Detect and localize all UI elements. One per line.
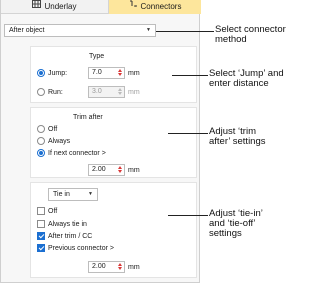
tab-connectors-label: Connectors xyxy=(140,2,182,12)
always-tie-in-checkbox-control[interactable] xyxy=(37,220,45,228)
tie-length-value: 2.00 xyxy=(92,263,106,270)
trim-length-input[interactable]: 2.00 xyxy=(88,164,125,176)
callout-1-line-2: method xyxy=(215,34,247,45)
tie-off-label: Off xyxy=(48,207,58,215)
jump-distance-value: 7.0 xyxy=(92,69,102,76)
tie-mode-value: Tie in xyxy=(53,191,70,198)
trim-off-label: Off xyxy=(48,125,58,133)
previous-connector-label: Previous connector > xyxy=(48,244,114,252)
callout-4-line-3: settings xyxy=(209,228,242,239)
run-distance-value: 3.0 xyxy=(92,88,102,95)
callout-line-2 xyxy=(172,75,208,76)
jump-unit: mm xyxy=(128,69,140,77)
run-radio-control[interactable] xyxy=(37,88,45,96)
trim-length-stepper[interactable]: 2.00 mm xyxy=(88,164,140,176)
chevron-down-icon: ▼ xyxy=(88,191,93,197)
callout-2-line-2: enter distance xyxy=(209,78,269,89)
spin-arrows-icon[interactable] xyxy=(117,166,123,174)
chevron-down-icon: ▼ xyxy=(146,27,151,33)
trim-after-title: Trim after xyxy=(73,114,103,121)
trim-if-next-radio[interactable]: If next connector > xyxy=(37,149,106,157)
tab-underlay-label: Underlay xyxy=(44,2,77,12)
jump-radio[interactable]: Jump: xyxy=(37,69,67,77)
trim-off-radio[interactable]: Off xyxy=(37,125,57,133)
previous-connector-checkbox-control[interactable] xyxy=(37,244,45,252)
connector-method-select[interactable]: After object ▼ xyxy=(4,24,156,37)
after-trim-checkbox-control[interactable] xyxy=(37,232,45,240)
run-distance-input: 3.0 xyxy=(88,86,125,98)
connectors-panel: Underlay Connectors After object ▼ Type … xyxy=(0,0,201,283)
trim-always-radio-control[interactable] xyxy=(37,137,45,145)
trim-length-unit: mm xyxy=(128,166,140,174)
tie-length-unit: mm xyxy=(128,263,140,271)
callout-tie: Adjust ‘tie-in’ and ‘tie-off’ settings xyxy=(209,209,263,239)
run-distance-stepper: 3.0 mm xyxy=(88,86,140,98)
tie-mode-select[interactable]: Tie in ▼ xyxy=(48,188,98,201)
callout-line-4 xyxy=(168,215,208,216)
after-trim-checkbox[interactable]: After trim / CC xyxy=(37,232,92,240)
callout-line-1 xyxy=(156,31,214,32)
always-tie-in-label: Always tie in xyxy=(48,220,87,228)
trim-after-group: Trim after Off Always If next connector … xyxy=(30,107,197,178)
trim-length-value: 2.00 xyxy=(92,166,106,173)
jump-radio-control[interactable] xyxy=(37,69,45,77)
tab-connectors[interactable]: Connectors xyxy=(109,0,201,14)
tie-length-stepper[interactable]: 2.00 mm xyxy=(88,261,140,273)
connector-icon xyxy=(129,0,138,14)
tab-underlay[interactable]: Underlay xyxy=(1,0,109,14)
spin-arrows-icon[interactable] xyxy=(117,69,123,77)
run-unit: mm xyxy=(128,88,140,96)
after-trim-label: After trim / CC xyxy=(48,232,93,240)
trim-always-label: Always xyxy=(48,137,71,145)
callout-3-line-2: after’ settings xyxy=(209,136,266,147)
callout-trim-after: Adjust ‘trim after’ settings xyxy=(209,127,266,147)
callout-jump: Select ‘Jump’ and enter distance xyxy=(209,69,284,89)
jump-distance-stepper[interactable]: 7.0 mm xyxy=(88,67,140,79)
run-label: Run: xyxy=(48,88,63,96)
tie-group: Tie in ▼ Off Always tie in After trim / … xyxy=(30,182,197,278)
trim-if-next-label: If next connector > xyxy=(48,149,106,157)
previous-connector-checkbox[interactable]: Previous connector > xyxy=(37,244,114,252)
trim-off-radio-control[interactable] xyxy=(37,125,45,133)
callout-line-3 xyxy=(168,133,208,134)
tie-off-checkbox-control[interactable] xyxy=(37,207,45,215)
tie-length-input[interactable]: 2.00 xyxy=(88,261,125,273)
connector-method-value: After object xyxy=(9,27,45,34)
type-title: Type xyxy=(89,53,105,60)
jump-label: Jump: xyxy=(48,69,68,77)
underlay-grid-icon xyxy=(32,0,42,14)
trim-if-next-radio-control[interactable] xyxy=(37,149,45,157)
run-radio[interactable]: Run: xyxy=(37,88,63,96)
callout-connector-method: Select connector method xyxy=(215,25,286,45)
trim-always-radio[interactable]: Always xyxy=(37,137,70,145)
spin-arrows-icon[interactable] xyxy=(117,263,123,271)
tie-off-checkbox[interactable]: Off xyxy=(37,207,57,215)
spin-arrows-icon xyxy=(117,88,123,96)
always-tie-in-checkbox[interactable]: Always tie in xyxy=(37,220,87,228)
jump-distance-input[interactable]: 7.0 xyxy=(88,67,125,79)
